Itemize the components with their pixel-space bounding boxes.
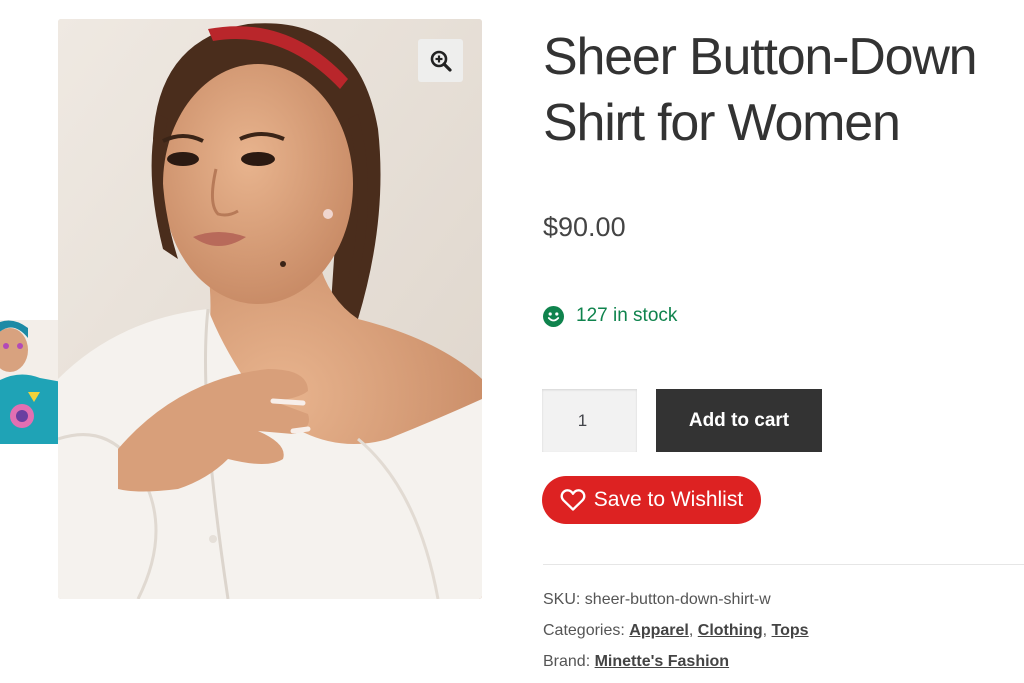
add-to-cart-button[interactable]: Add to cart <box>656 389 822 452</box>
category-link-apparel[interactable]: Apparel <box>629 622 689 639</box>
categories-row: Categories: Apparel, Clothing, Tops <box>543 622 809 640</box>
save-to-wishlist-button[interactable]: Save to Wishlist <box>542 476 761 524</box>
zoom-button[interactable] <box>418 39 463 82</box>
sku-row: SKU: sheer-button-down-shirt-w <box>543 591 771 609</box>
stock-text: 127 in stock <box>576 305 678 326</box>
product-photo <box>58 19 482 599</box>
sku-value: sheer-button-down-shirt-w <box>584 591 771 608</box>
zoom-in-icon <box>430 50 452 72</box>
smiley-icon <box>543 305 564 327</box>
product-price: $90.00 <box>543 212 626 242</box>
category-separator: , <box>688 622 694 639</box>
heart-icon <box>560 489 586 511</box>
brand-row: Brand: Minette's Fashion <box>543 653 729 671</box>
product-title: Sheer Button-Down Shirt for Women <box>543 28 978 152</box>
product-main-image[interactable] <box>58 19 482 599</box>
meta-divider <box>543 564 1024 565</box>
brand-label: Brand: <box>543 653 591 670</box>
gallery-thumbnail[interactable] <box>0 320 62 444</box>
wishlist-label: Save to Wishlist <box>593 488 744 511</box>
thumbnail-image <box>0 320 62 444</box>
category-link-tops[interactable]: Tops <box>772 622 809 639</box>
brand-link[interactable]: Minette's Fashion <box>595 653 729 670</box>
categories-label: Categories: <box>543 622 625 639</box>
category-separator: , <box>762 622 768 639</box>
sku-label: SKU: <box>543 591 581 608</box>
category-link-clothing[interactable]: Clothing <box>698 622 763 639</box>
quantity-input[interactable] <box>542 389 637 452</box>
stock-status: 127 in stock <box>543 305 677 327</box>
